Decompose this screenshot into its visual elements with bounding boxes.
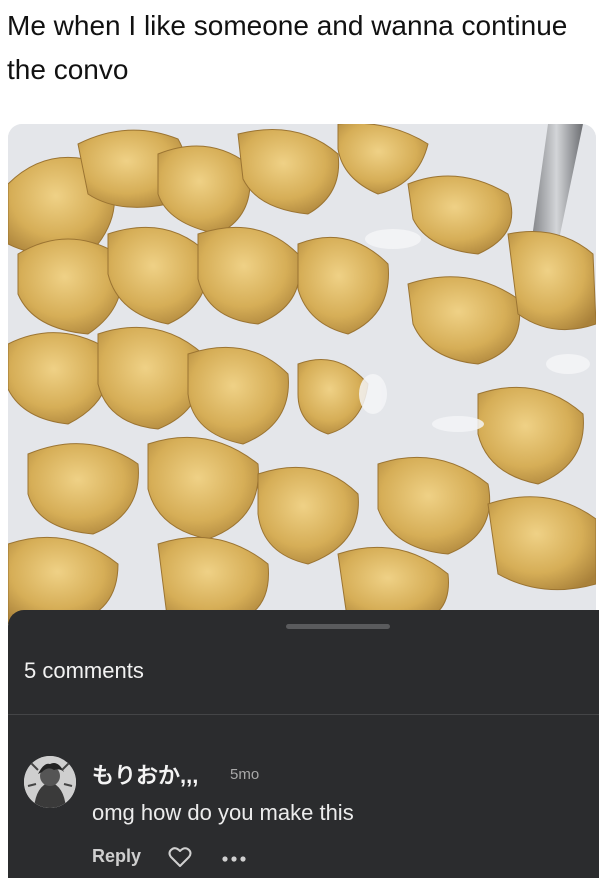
comment-text: omg how do you make this (92, 800, 354, 825)
heart-icon[interactable] (168, 846, 192, 868)
comments-count: 5 comments (24, 658, 144, 683)
divider (8, 714, 599, 715)
post-caption: Me when I like someone and wanna continu… (7, 10, 568, 85)
avatar[interactable] (24, 756, 76, 808)
more-dots-icon[interactable] (220, 846, 248, 868)
comment-username[interactable]: もりおか,,, (92, 758, 198, 790)
cereal-photo (8, 124, 596, 624)
comments-sheet: 5 comments もりおか,,, 5mo omg how do you ma… (8, 610, 599, 878)
comment-timestamp: 5mo (230, 766, 260, 783)
reply-button[interactable]: Reply (92, 846, 141, 867)
sheet-drag-handle[interactable] (286, 624, 390, 629)
